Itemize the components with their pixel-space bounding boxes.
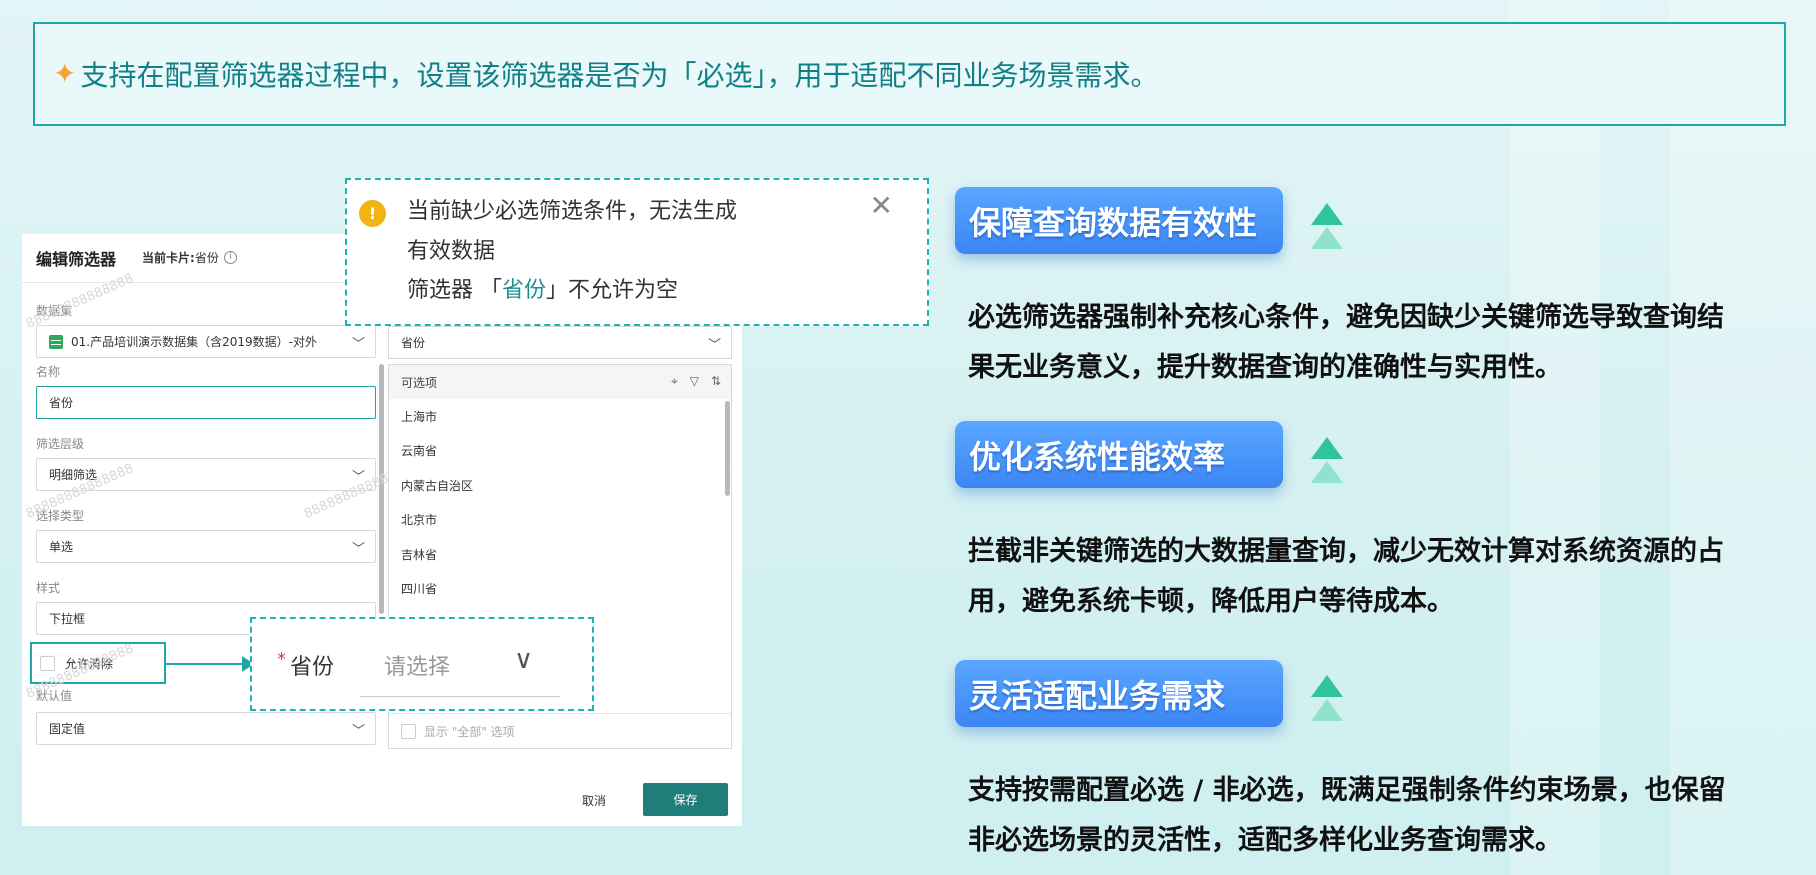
filter-icon[interactable]: ▽ [690, 374, 699, 389]
arrow-up-icon [1311, 437, 1343, 485]
sort-icon[interactable]: ⇅ [711, 374, 721, 389]
show-all-label: 显示 "全部" 选项 [424, 725, 515, 739]
style-label: 样式 [36, 581, 61, 595]
options-header: 可选项 ⌖ ▽ ⇅ [389, 365, 731, 399]
chevron-down-icon[interactable]: ∨ [514, 645, 533, 675]
save-button[interactable]: 保存 [643, 783, 728, 816]
required-mark: * [277, 649, 286, 670]
dataset-select[interactable]: 01.产品培训演示数据集（含2019数据）-对外 ﹀ [36, 325, 376, 358]
required-alert-callout: ! 当前缺少必选筛选条件，无法生成有效数据 筛选器 「省份」不允许为空 ✕ [345, 178, 929, 326]
feature-banner: ✦ 支持在配置筛选器过程中，设置该筛选器是否为「必选」，用于适配不同业务场景需求… [33, 22, 1786, 126]
location-icon[interactable]: ⌖ [671, 374, 678, 389]
option-item[interactable]: 云南省 [389, 434, 731, 469]
connector-arrow [166, 663, 246, 665]
alert-detail-suffix: 」不允许为空 [546, 278, 679, 303]
chevron-down-icon: ﹀ [351, 724, 365, 739]
level-label: 筛选层级 [36, 437, 85, 451]
background-stripe [1670, 0, 1816, 875]
sparkle-icon: ✦ [53, 57, 77, 90]
current-card-label: 当前卡片: [142, 251, 195, 265]
default-value: 固定值 [49, 722, 86, 736]
option-item[interactable]: 吉林省 [389, 537, 731, 572]
alert-detail-prefix: 筛选器 「 [407, 278, 502, 303]
default-select[interactable]: 固定值 ﹀ [36, 712, 376, 745]
benefit-title-2: 优化系统性能效率 [955, 421, 1283, 488]
cancel-button[interactable]: 取消 [582, 792, 606, 809]
benefit-title-3: 灵活适配业务需求 [955, 660, 1283, 727]
benefit-desc-2: 拦截非关键筛选的大数据量查询，减少无效计算对系统资源的占用，避免系统卡顿，降低用… [968, 536, 1724, 617]
dataset-icon [49, 334, 63, 349]
options-source-select[interactable]: 省份 ﹀ [388, 326, 732, 359]
background-stripe [1510, 0, 1600, 875]
chevron-down-icon: ﹀ [707, 338, 721, 353]
name-input[interactable]: 省份 [36, 386, 376, 419]
option-item[interactable]: 北京市 [389, 503, 731, 538]
options-scrollbar[interactable] [725, 401, 730, 496]
option-item[interactable]: 上海市 [389, 399, 731, 434]
current-card-value: 省份 [194, 251, 219, 265]
banner-text: 支持在配置筛选器过程中，设置该筛选器是否为「必选」，用于适配不同业务场景需求。 [80, 59, 1159, 92]
option-item[interactable]: 四川省 [389, 572, 731, 607]
arrow-up-icon [1311, 675, 1343, 723]
benefit-desc-1: 必选筛选器强制补充核心条件，避免因缺少关键筛选导致查询结果无业务意义，提升数据查… [968, 302, 1724, 383]
checkbox[interactable] [401, 724, 416, 739]
preview-label: 省份 [290, 655, 335, 680]
dataset-value: 01.产品培训演示数据集（含2019数据）-对外 [71, 335, 317, 349]
close-icon[interactable]: ✕ [870, 192, 893, 220]
alert-field-name: 省份 [502, 278, 547, 303]
benefit-title-1: 保障查询数据有效性 [955, 187, 1283, 254]
name-label: 名称 [36, 365, 61, 379]
current-card: 当前卡片: 省份 i [142, 249, 237, 266]
alert-message: 当前缺少必选筛选条件，无法生成有效数据 [407, 199, 738, 264]
options-divider [389, 713, 731, 714]
info-icon[interactable]: i [223, 251, 237, 264]
options-source-value: 省份 [401, 336, 426, 350]
style-value: 下拉框 [49, 612, 86, 626]
preview-select[interactable]: 请选择 [384, 649, 450, 681]
select-type-select[interactable]: 单选 ﹀ [36, 530, 376, 563]
show-all-option[interactable]: 显示 "全部" 选项 [401, 723, 515, 740]
option-item[interactable]: 内蒙古自治区 [389, 468, 731, 503]
preview-underline [360, 696, 560, 697]
options-header-label: 可选项 [401, 375, 438, 390]
chevron-down-icon: ﹀ [351, 542, 365, 557]
warning-icon: ! [359, 200, 386, 227]
checkbox[interactable] [40, 655, 55, 671]
select-type-value: 单选 [49, 540, 74, 554]
required-field-preview: * 省份 请选择 ∨ [250, 617, 594, 711]
name-value: 省份 [49, 396, 74, 410]
arrow-up-icon [1311, 203, 1343, 251]
dialog-title: 编辑筛选器 [36, 250, 117, 269]
benefit-desc-3: 支持按需配置必选 / 非必选，既满足强制条件约束场景，也保留非必选场景的灵活性，… [968, 775, 1726, 856]
alert-detail: 筛选器 「省份」不允许为空 [407, 272, 678, 304]
chevron-down-icon: ﹀ [351, 337, 365, 352]
